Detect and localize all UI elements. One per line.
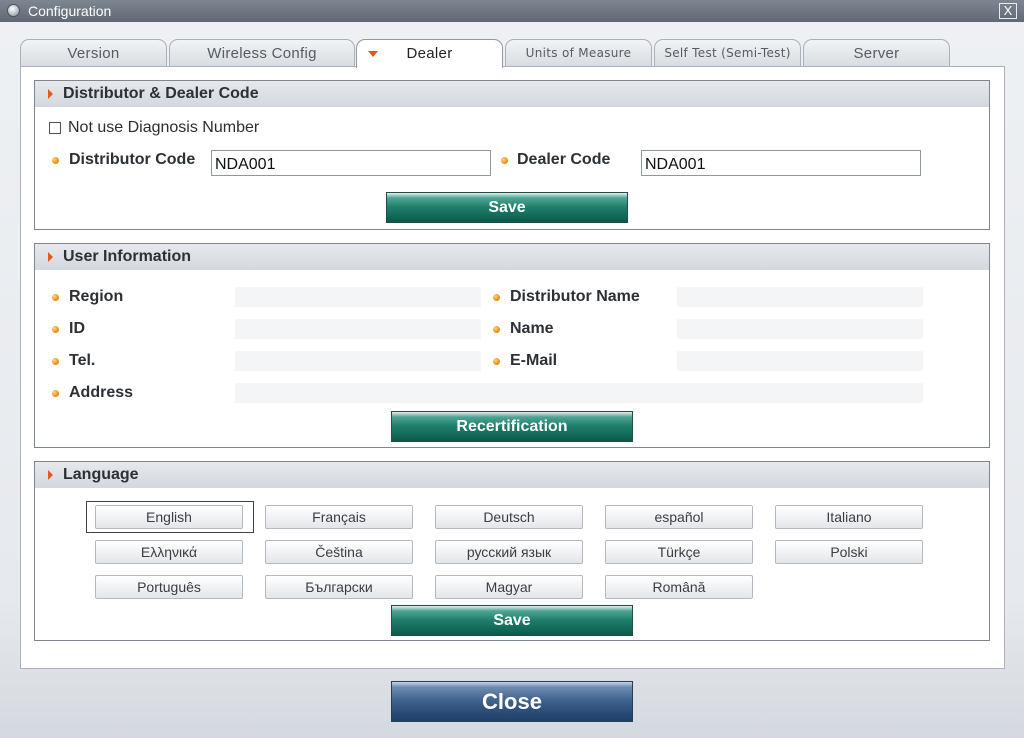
id-value bbox=[235, 319, 481, 339]
tel-label: Tel. bbox=[69, 352, 96, 369]
language-romanian-button[interactable]: Română bbox=[605, 575, 753, 599]
language-group: Language English Français Deutsch españo… bbox=[34, 461, 990, 641]
language-english-button[interactable]: English bbox=[95, 505, 243, 529]
language-czech-button[interactable]: Čeština bbox=[265, 540, 413, 564]
bullet-icon bbox=[493, 294, 500, 301]
dealer-code-header: Distributor & Dealer Code bbox=[35, 81, 989, 107]
dealer-code-save-button[interactable]: Save bbox=[386, 192, 628, 223]
bullet-icon bbox=[493, 358, 500, 365]
app-icon bbox=[7, 4, 20, 17]
dealer-tab-panel: Distributor & Dealer Code Not use Diagno… bbox=[20, 66, 1005, 669]
bullet-icon bbox=[52, 326, 59, 333]
recertification-button[interactable]: Recertification bbox=[391, 411, 633, 442]
address-label: Address bbox=[69, 384, 134, 401]
tab-units-of-measure[interactable]: Units of Measure bbox=[505, 39, 652, 67]
not-use-diagnosis-checkbox[interactable] bbox=[49, 122, 61, 134]
distributor-name-label: Distributor Name bbox=[510, 288, 640, 305]
email-label: E-Mail bbox=[510, 352, 558, 369]
user-information-group: User Information Region Distributor Name… bbox=[34, 243, 990, 448]
tab-wireless-config[interactable]: Wireless Config bbox=[169, 39, 355, 67]
language-german-button[interactable]: Deutsch bbox=[435, 505, 583, 529]
user-information-header-label: User Information bbox=[63, 248, 192, 265]
not-use-diagnosis-label: Not use Diagnosis Number bbox=[68, 119, 260, 136]
dealer-code-header-label: Distributor & Dealer Code bbox=[63, 85, 259, 102]
language-hungarian-button[interactable]: Magyar bbox=[435, 575, 583, 599]
section-arrow-icon bbox=[48, 470, 53, 480]
language-greek-button[interactable]: Ελληνικά bbox=[95, 540, 243, 564]
language-turkish-button[interactable]: Türkçe bbox=[605, 540, 753, 564]
name-value bbox=[677, 319, 923, 339]
language-portuguese-button[interactable]: Português bbox=[95, 575, 243, 599]
section-arrow-icon bbox=[48, 89, 53, 99]
distributor-code-label: Distributor Code bbox=[69, 151, 196, 168]
region-label: Region bbox=[69, 288, 124, 305]
title-bar: Configuration X bbox=[0, 0, 1024, 22]
language-french-button[interactable]: Français bbox=[265, 505, 413, 529]
tab-dealer-label: Dealer bbox=[406, 45, 453, 62]
bullet-icon bbox=[493, 326, 500, 333]
dealer-code-input[interactable] bbox=[641, 150, 921, 176]
dealer-code-label: Dealer Code bbox=[517, 151, 611, 168]
region-value bbox=[235, 287, 481, 307]
bullet-icon bbox=[501, 157, 508, 164]
language-polish-button[interactable]: Polski bbox=[775, 540, 923, 564]
close-button[interactable]: Close bbox=[391, 681, 633, 722]
section-arrow-icon bbox=[48, 252, 53, 262]
address-value bbox=[235, 383, 923, 403]
language-header: Language bbox=[35, 462, 989, 488]
tab-version[interactable]: Version bbox=[20, 39, 167, 67]
tab-server[interactable]: Server bbox=[803, 39, 950, 67]
tab-bar: Version Wireless Config Dealer Units of … bbox=[20, 39, 960, 68]
email-value bbox=[677, 351, 923, 371]
language-header-label: Language bbox=[63, 466, 139, 483]
tel-value bbox=[235, 351, 481, 371]
language-russian-button[interactable]: русский язык bbox=[435, 540, 583, 564]
distributor-code-input[interactable] bbox=[211, 150, 491, 176]
dealer-code-group: Distributor & Dealer Code Not use Diagno… bbox=[34, 80, 990, 230]
bullet-icon bbox=[52, 358, 59, 365]
bullet-icon bbox=[52, 294, 59, 301]
language-italian-button[interactable]: Italiano bbox=[775, 505, 923, 529]
language-bulgarian-button[interactable]: Български bbox=[265, 575, 413, 599]
tab-dealer[interactable]: Dealer bbox=[356, 39, 503, 68]
bullet-icon bbox=[52, 390, 59, 397]
active-tab-arrow-icon bbox=[368, 51, 378, 57]
name-label: Name bbox=[510, 320, 554, 337]
configuration-window: Configuration X Version Wireless Config … bbox=[0, 0, 1024, 738]
tab-self-test[interactable]: Self Test (Semi-Test) bbox=[654, 39, 801, 67]
distributor-name-value bbox=[677, 287, 923, 307]
window-close-button[interactable]: X bbox=[999, 3, 1017, 19]
window-title: Configuration bbox=[28, 3, 112, 19]
id-label: ID bbox=[69, 320, 85, 337]
user-information-header: User Information bbox=[35, 244, 989, 270]
bullet-icon bbox=[52, 157, 59, 164]
language-spanish-button[interactable]: español bbox=[605, 505, 753, 529]
language-save-button[interactable]: Save bbox=[391, 605, 633, 636]
